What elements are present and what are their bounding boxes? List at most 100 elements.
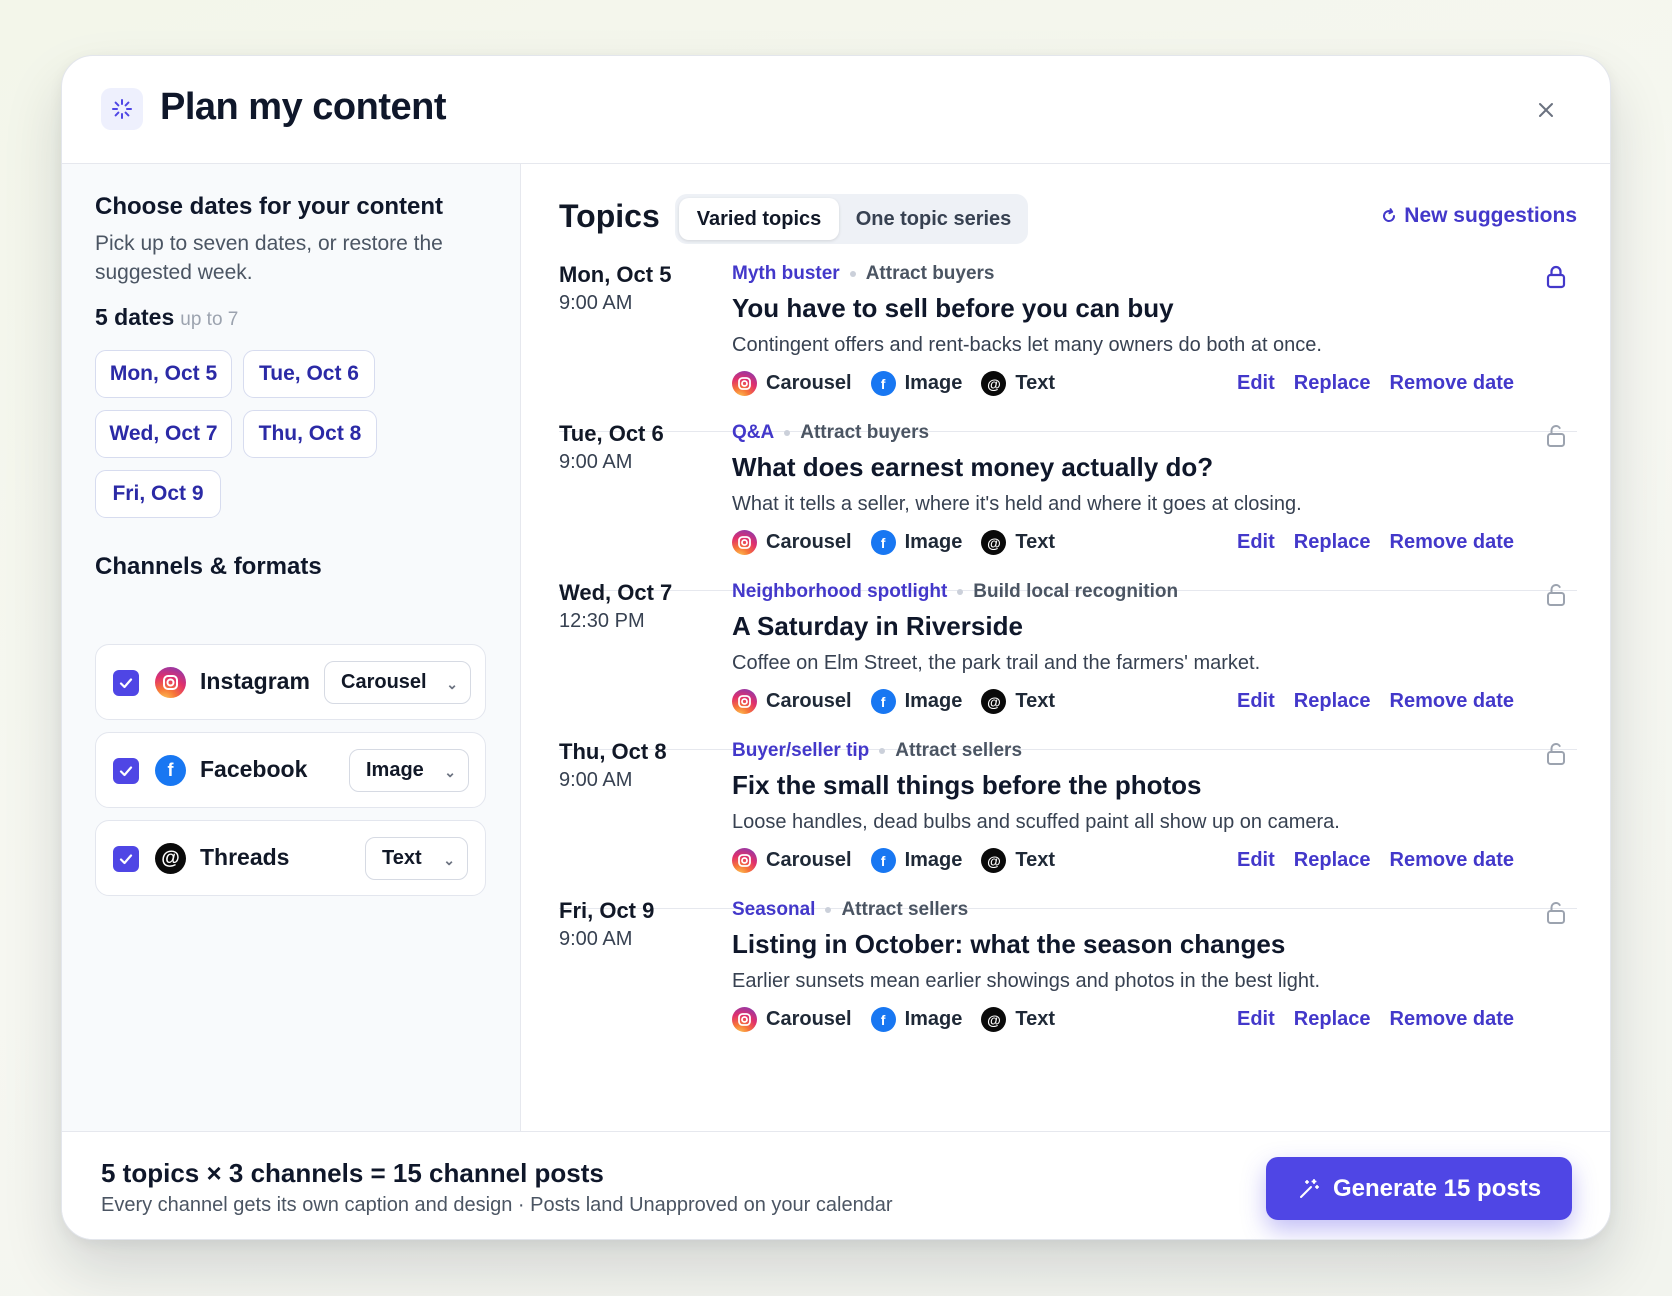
format-select[interactable]: Image ⌄ — [349, 749, 469, 792]
facebook-icon: f — [870, 1007, 896, 1032]
date-chip[interactable]: Thu, Oct 8 — [243, 410, 377, 458]
format-tag: Carousel — [732, 530, 852, 555]
topic-row: Mon, Oct 5 9:00 AM Myth buster Attract b… — [559, 262, 1577, 432]
instagram-checkbox[interactable] — [113, 670, 139, 696]
threads-checkbox[interactable] — [113, 846, 139, 872]
date-chip[interactable]: Mon, Oct 5 — [95, 350, 232, 398]
replace-button[interactable]: Replace — [1294, 849, 1371, 872]
topic-meta: Q&A Attract buyers — [732, 422, 929, 444]
topic-date: Wed, Oct 7 — [559, 580, 673, 605]
date-chip[interactable]: Wed, Oct 7 — [95, 410, 232, 458]
remove-date-button[interactable]: Remove date — [1390, 372, 1515, 395]
tab-one-topic-series[interactable]: One topic series — [843, 198, 1024, 240]
threads-icon: @ — [981, 848, 1007, 873]
format-tag: Carousel — [732, 371, 852, 396]
date-chip[interactable]: Fri, Oct 9 — [95, 470, 221, 518]
remove-date-button[interactable]: Remove date — [1390, 849, 1515, 872]
topic-actions: Edit Replace Remove date — [1237, 690, 1514, 713]
topic-date: Mon, Oct 5 — [559, 262, 672, 287]
tab-varied-topics[interactable]: Varied topics — [679, 198, 839, 240]
topic-row: Wed, Oct 7 12:30 PM Neighborhood spotlig… — [559, 580, 1577, 750]
topic-goal: Attract buyers — [800, 422, 930, 443]
unlock-icon[interactable] — [1545, 900, 1567, 926]
threads-icon: @ — [981, 1007, 1007, 1032]
topic-time: 9:00 AM — [559, 451, 633, 473]
generate-posts-label: Generate 15 posts — [1332, 1174, 1542, 1202]
replace-button[interactable]: Replace — [1294, 372, 1371, 395]
topic-meta: Myth buster Attract buyers — [732, 263, 995, 285]
threads-icon: @ — [155, 843, 186, 874]
edit-button[interactable]: Edit — [1237, 1008, 1275, 1031]
format-label: Text — [1015, 690, 1056, 712]
instagram-icon — [155, 667, 186, 698]
topic-category: Seasonal — [732, 899, 816, 920]
instagram-icon — [732, 1007, 757, 1032]
edit-button[interactable]: Edit — [1237, 531, 1275, 554]
topic-time: 12:30 PM — [559, 610, 645, 632]
topic-meta: Seasonal Attract sellers — [732, 899, 968, 921]
format-tag: @ Text — [981, 371, 1055, 396]
unlock-icon[interactable] — [1545, 423, 1567, 449]
facebook-icon: f — [870, 848, 896, 873]
format-tag: Carousel — [732, 848, 852, 873]
dialog-footer: 5 topics × 3 channels = 15 channel posts… — [62, 1131, 1610, 1239]
instagram-icon — [732, 848, 757, 873]
separator-dot — [849, 271, 856, 277]
replace-button[interactable]: Replace — [1294, 690, 1371, 713]
dates-count-value: 5 dates — [95, 304, 175, 330]
remove-date-button[interactable]: Remove date — [1390, 690, 1515, 713]
dates-count: 5 dates up to 7 — [95, 304, 238, 331]
facebook-icon: f — [870, 371, 896, 396]
format-tag: f Image — [870, 371, 963, 396]
replace-button[interactable]: Replace — [1294, 531, 1371, 554]
facebook-icon: f — [870, 689, 896, 714]
format-label: Text — [1015, 372, 1056, 394]
channel-name: Instagram — [200, 668, 310, 694]
separator-dot — [784, 430, 791, 436]
remove-date-button[interactable]: Remove date — [1390, 1008, 1515, 1031]
topic-date: Thu, Oct 8 — [559, 739, 667, 764]
lock-icon[interactable] — [1545, 264, 1567, 290]
close-button[interactable] — [1534, 98, 1558, 122]
edit-button[interactable]: Edit — [1237, 372, 1275, 395]
remove-date-button[interactable]: Remove date — [1390, 531, 1515, 554]
format-label: Carousel — [766, 372, 852, 394]
topic-description: Contingent offers and rent-backs let man… — [732, 334, 1322, 356]
unlock-icon[interactable] — [1545, 741, 1567, 767]
topic-row: Fri, Oct 9 9:00 AM Seasonal Attract sell… — [559, 898, 1577, 1068]
replace-button[interactable]: Replace — [1294, 1008, 1371, 1031]
topic-goal: Attract buyers — [865, 263, 995, 284]
topic-row: Tue, Oct 6 9:00 AM Q&A Attract buyers Wh… — [559, 421, 1577, 591]
topic-goal: Build local recognition — [973, 581, 1179, 602]
format-tag: @ Text — [981, 689, 1055, 714]
topic-row: Thu, Oct 8 9:00 AM Buyer/seller tip Attr… — [559, 739, 1577, 909]
format-label: Image — [904, 372, 963, 394]
topic-description: Loose handles, dead bulbs and scuffed pa… — [732, 811, 1340, 833]
settings-panel: Choose dates for your content Pick up to… — [62, 164, 521, 1131]
format-label: Carousel — [766, 531, 852, 553]
instagram-icon — [732, 689, 757, 714]
format-label: Text — [1015, 531, 1056, 553]
topic-category: Q&A — [732, 422, 775, 443]
date-chip[interactable]: Tue, Oct 6 — [243, 350, 375, 398]
edit-button[interactable]: Edit — [1237, 849, 1275, 872]
topics-title: Topics — [559, 198, 660, 234]
new-suggestions-button[interactable]: New suggestions — [1380, 204, 1577, 228]
topic-time: 9:00 AM — [559, 769, 633, 791]
topic-title: A Saturday in Riverside — [732, 611, 1023, 641]
unlock-icon[interactable] — [1545, 582, 1567, 608]
format-select[interactable]: Text ⌄ — [365, 837, 468, 880]
dialog-title: Plan my content — [160, 86, 447, 128]
edit-button[interactable]: Edit — [1237, 690, 1275, 713]
topic-formats: Carousel f Image @ Text — [732, 371, 1074, 396]
format-select[interactable]: Carousel ⌄ — [324, 661, 471, 704]
generate-posts-button[interactable]: Generate 15 posts — [1266, 1157, 1572, 1220]
topic-title: Fix the small things before the photos — [732, 770, 1202, 800]
checkmark-icon — [119, 854, 133, 865]
topic-title: You have to sell before you can buy — [732, 293, 1174, 323]
topic-title: Listing in October: what the season chan… — [732, 929, 1286, 959]
facebook-checkbox[interactable] — [113, 758, 139, 784]
channels-heading: Channels & formats — [95, 553, 322, 580]
format-label: Image — [904, 531, 963, 553]
topic-category: Myth buster — [732, 263, 840, 284]
